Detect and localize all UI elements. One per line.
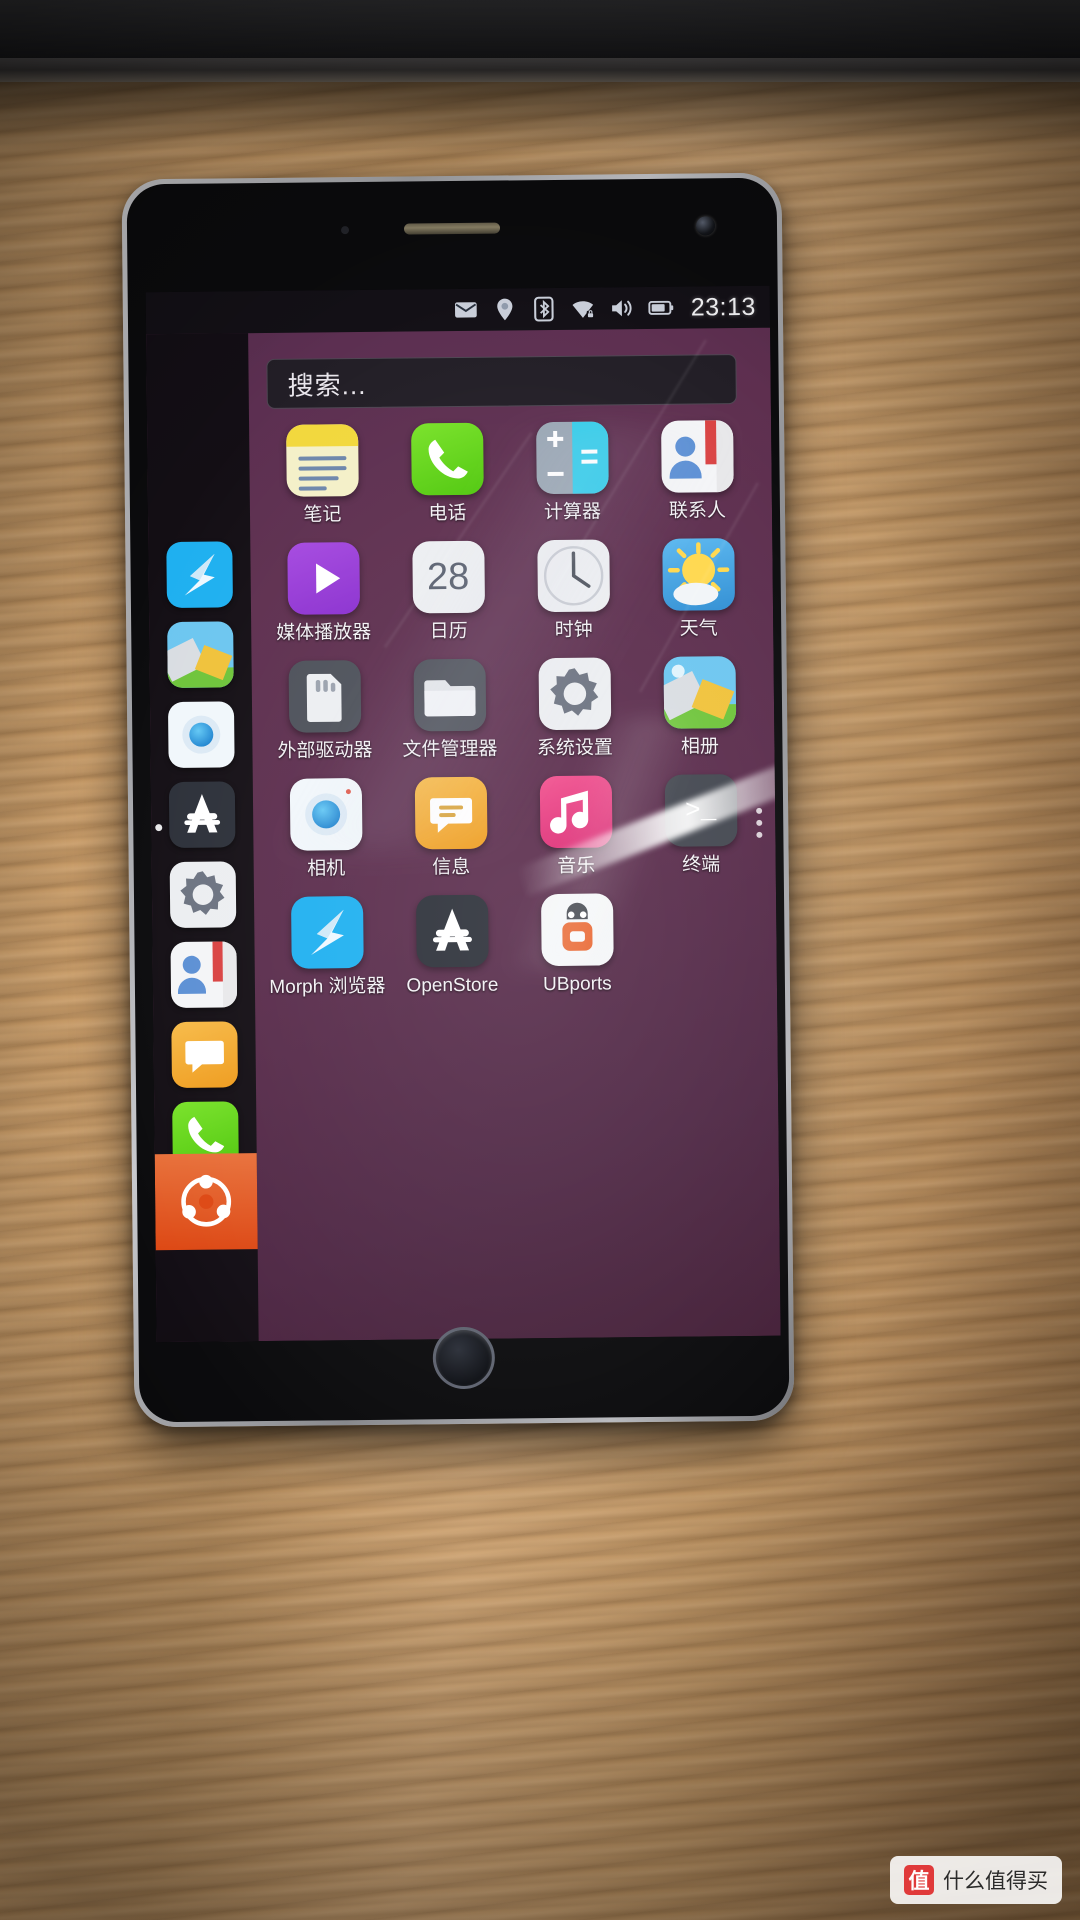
app-label: OpenStore [406,974,499,997]
app-item-calendar[interactable]: 28 日历 [385,540,511,643]
app-label: 终端 [682,854,721,876]
morph-browser-icon [290,896,364,969]
mail-icon[interactable] [453,297,479,323]
app-item-external-drive[interactable]: 外部驱动器 [262,660,388,763]
volume-icon[interactable] [609,295,635,321]
desk-shadow [0,82,1080,152]
app-item-calculator[interactable]: 计算器 [509,421,635,524]
music-icon [539,775,613,849]
home-button[interactable] [432,1326,496,1390]
dock-item-messages[interactable] [171,1021,238,1089]
phone-icon [410,422,484,496]
battery-icon[interactable] [648,295,674,321]
calendar-icon: 28 [411,540,485,614]
ubuntu-logo-icon[interactable] [154,1153,258,1251]
phone-screen: 23:13 搜索... 笔记 电话 计算器 联系人 媒体播放器 28 日历 时钟… [145,285,781,1343]
app-item-messages[interactable]: 信息 [388,776,514,879]
app-label: 信息 [432,856,471,879]
gallery-icon [663,656,736,729]
search-placeholder: 搜索... [287,369,367,401]
app-label: 外部驱动器 [277,739,373,762]
app-label: 媒体播放器 [276,621,372,644]
app-item-media-player[interactable]: 媒体播放器 [260,542,386,645]
photograph-of-phone-on-desk: 23:13 搜索... 笔记 电话 计算器 联系人 媒体播放器 28 日历 时钟… [0,0,1080,1920]
terminal-icon: >_ [664,774,737,847]
watermark: 值 什么值得买 [890,1856,1062,1904]
external-drive-icon [288,660,361,733]
dock-item-camera[interactable] [167,701,235,769]
phone-device: 23:13 搜索... 笔记 电话 计算器 联系人 媒体播放器 28 日历 时钟… [121,172,795,1428]
camera-icon [289,778,363,851]
media-player-icon [286,542,360,615]
contacts-icon [660,420,734,493]
weather-icon [661,538,735,611]
dark-wall-background [0,0,1080,58]
app-item-ubports[interactable]: UBports [514,893,640,996]
bluetooth-icon[interactable] [531,296,557,322]
app-item-music[interactable]: 音乐 [513,775,639,878]
ubports-icon [540,893,614,967]
app-label: 日历 [429,620,468,643]
calendar-day-number: 28 [426,555,470,598]
notes-icon [285,424,359,497]
earpiece-speaker [403,222,501,235]
messages-icon [414,776,488,850]
location-icon[interactable] [492,296,518,322]
app-label: 天气 [679,618,718,640]
app-item-phone[interactable]: 电话 [384,422,510,525]
status-bar[interactable]: 23:13 [145,285,771,335]
dock-item-openstore[interactable] [168,781,236,849]
app-label: 时钟 [554,619,593,641]
dock-item-gallery[interactable] [167,621,234,689]
app-label: 系统设置 [536,737,614,760]
app-label: Morph 浏览器 [269,975,386,998]
status-bar-clock: 23:13 [690,292,756,322]
openstore-icon [415,894,489,968]
launcher-position-marker [155,824,163,832]
phone-bezel: 23:13 搜索... 笔记 电话 计算器 联系人 媒体播放器 28 日历 时钟… [126,177,790,1423]
dock-item-contacts[interactable] [170,941,238,1009]
app-label: 电话 [428,502,467,525]
launcher-dock[interactable] [146,333,259,1343]
app-item-morph-browser[interactable]: Morph 浏览器 [264,896,390,999]
desk-edge [0,58,1080,82]
app-label: 文件管理器 [402,738,498,761]
dock-item-morph-browser[interactable] [166,541,233,609]
app-item-file-manager[interactable]: 文件管理器 [387,658,513,761]
app-item-contacts[interactable]: 联系人 [634,420,760,523]
watermark-badge: 值 [904,1865,934,1895]
search-input[interactable]: 搜索... [266,354,737,409]
proximity-sensor [340,226,350,235]
watermark-text: 什么值得买 [943,1870,1048,1893]
app-item-clock[interactable]: 时钟 [510,539,636,642]
dock-item-settings[interactable] [169,861,237,929]
app-label: 音乐 [557,855,596,877]
app-item-system-settings[interactable]: 系统设置 [512,657,638,760]
file-manager-icon [413,658,486,732]
wifi-icon[interactable] [570,296,596,322]
app-label: 相机 [307,858,346,880]
system-settings-icon [538,657,611,731]
app-label: 相册 [680,736,720,758]
app-label: 计算器 [543,501,602,524]
app-label: UBports [542,973,612,996]
app-item-weather[interactable]: 天气 [635,538,761,641]
app-item-openstore[interactable]: OpenStore [389,894,515,997]
calculator-icon [535,421,609,495]
clock-icon [536,539,610,613]
app-item-terminal[interactable]: >_ 终端 [638,774,764,877]
app-item-notes[interactable]: 笔记 [259,424,385,527]
app-grid: 笔记 电话 计算器 联系人 媒体播放器 28 日历 时钟 天气 外部驱动器 文件… [259,420,765,999]
app-item-camera[interactable]: 相机 [263,778,389,881]
app-item-gallery[interactable]: 相册 [637,656,763,759]
front-camera [695,216,716,236]
app-label: 联系人 [668,500,727,522]
app-label: 笔记 [303,504,342,526]
